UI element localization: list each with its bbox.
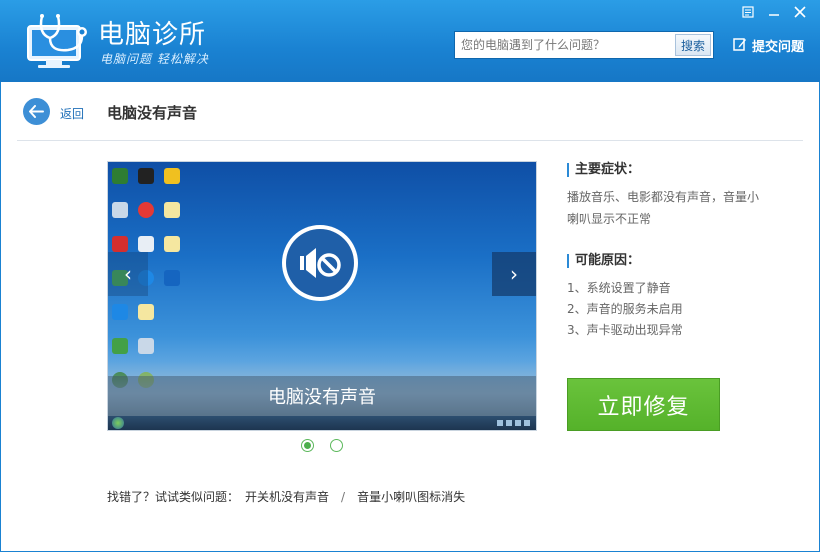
- page-title: 电脑没有声音: [107, 104, 198, 122]
- causes-list: 1、系统设置了静音 2、声音的服务未启用 3、声卡驱动出现异常: [567, 278, 683, 341]
- carousel-next-button[interactable]: ›: [492, 252, 536, 296]
- window-controls: [736, 2, 812, 22]
- submit-question-button[interactable]: 提交问题: [733, 36, 804, 55]
- search-button[interactable]: 搜索: [675, 34, 711, 56]
- cause-item: 2、声音的服务未启用: [567, 302, 683, 316]
- back-link[interactable]: 返回: [60, 105, 84, 122]
- search-input[interactable]: [455, 32, 673, 58]
- divider: [17, 140, 803, 141]
- fix-now-button[interactable]: 立即修复: [567, 378, 720, 431]
- related-prefix: 找错了？试试类似问题：: [107, 490, 240, 504]
- app-subtitle: 电脑问题 轻松解决: [100, 52, 209, 66]
- carousel-dot-1[interactable]: [301, 439, 314, 452]
- close-icon[interactable]: [788, 2, 812, 22]
- edit-icon: [733, 37, 747, 55]
- symptoms-text: 播放音乐、电影都没有声音，音量小喇叭显示不正常: [567, 190, 760, 226]
- related-questions: 找错了？试试类似问题： 开关机没有声音 / 音量小喇叭图标消失: [107, 488, 465, 505]
- app-title: 电脑诊所: [98, 20, 207, 50]
- cause-item: 1、系统设置了静音: [567, 281, 671, 295]
- minimize-icon[interactable]: [762, 2, 786, 22]
- related-link-1[interactable]: 开关机没有声音: [245, 488, 329, 505]
- causes-heading: 可能原因：: [567, 254, 640, 268]
- carousel-dots: [301, 439, 343, 452]
- search-box: 搜索: [454, 31, 714, 59]
- symptoms-heading: 主要症状：: [567, 163, 640, 177]
- submit-question-label: 提交问题: [752, 40, 805, 55]
- carousel-caption: 电脑没有声音: [108, 376, 536, 416]
- stethoscope-monitor-logo: [24, 12, 92, 70]
- menu-icon[interactable]: [736, 2, 760, 22]
- cause-item: 3、声卡驱动出现异常: [567, 323, 683, 337]
- desktop-taskbar: [108, 416, 536, 430]
- back-arrow-icon[interactable]: [23, 98, 50, 125]
- mute-speaker-icon: [282, 225, 358, 301]
- carousel: ‹ › 电脑没有声音: [107, 161, 537, 431]
- carousel-prev-button[interactable]: ‹: [108, 252, 148, 296]
- carousel-dot-2[interactable]: [330, 439, 343, 452]
- related-separator: /: [341, 489, 346, 504]
- related-link-2[interactable]: 音量小喇叭图标消失: [357, 488, 465, 505]
- main-content: 返回 电脑没有声音 ‹ › 电脑没有声音 主要症状： 播放音乐、电影都没有声音，…: [0, 82, 820, 552]
- start-icon: [112, 417, 124, 429]
- app-header: 电脑诊所 电脑问题 轻松解决 搜索 提交问题: [0, 0, 820, 82]
- tray-icons: [497, 420, 530, 426]
